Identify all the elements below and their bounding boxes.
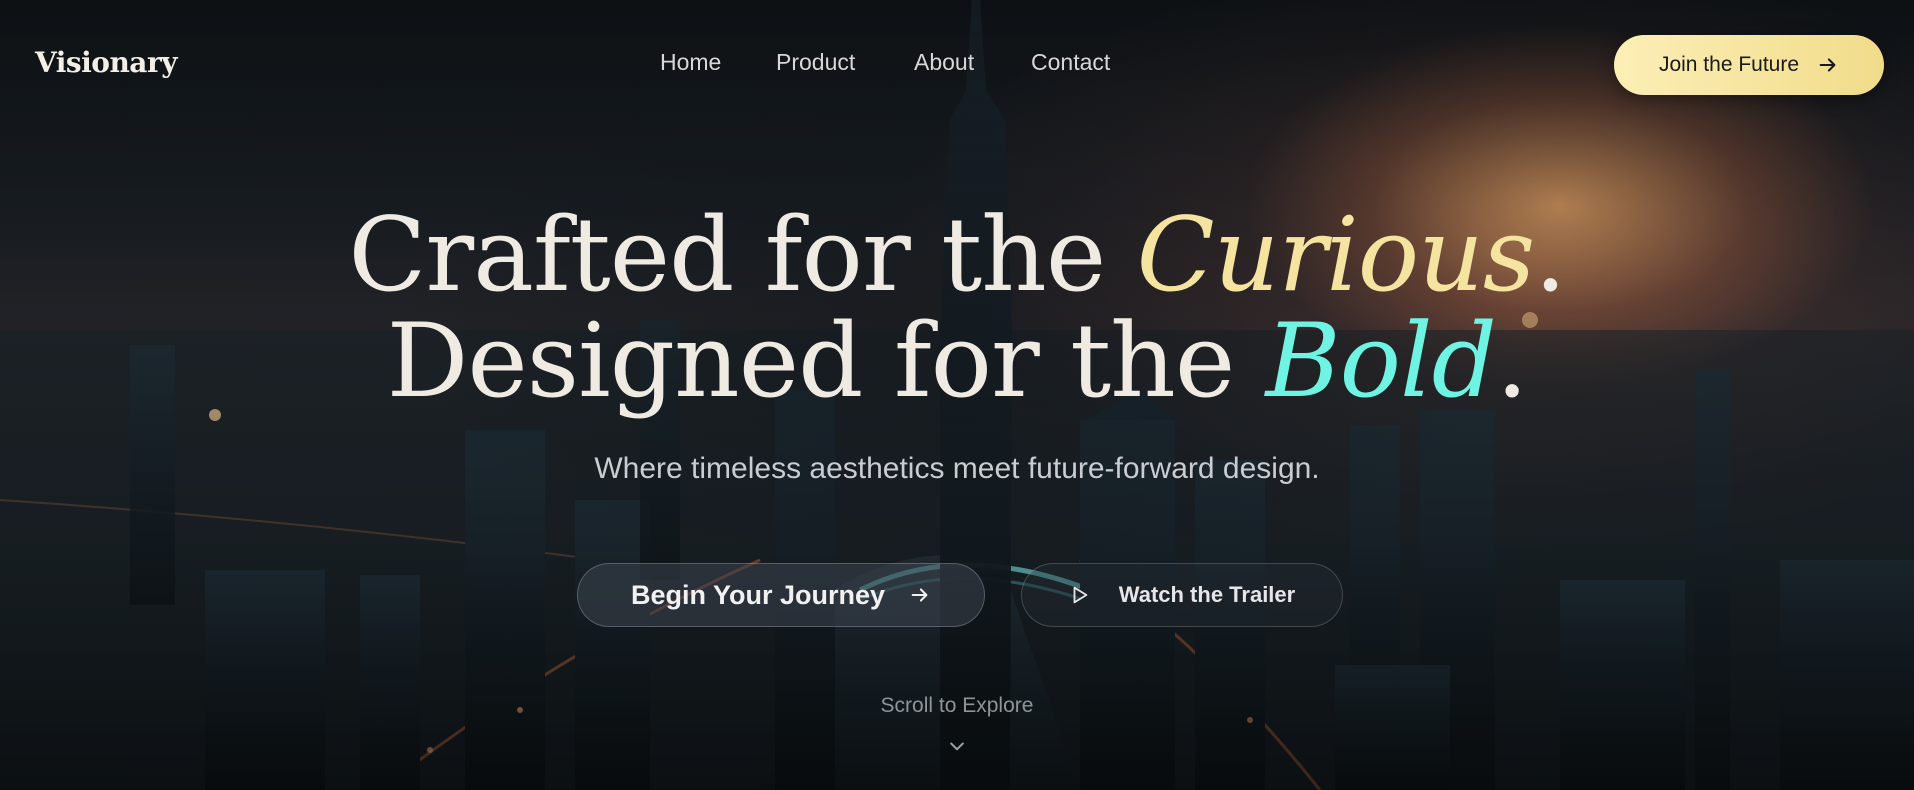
scroll-to-explore-hint[interactable]: Scroll to Explore: [0, 694, 1914, 718]
begin-your-journey-button[interactable]: Begin Your Journey: [577, 563, 985, 627]
arrow-right-icon: [1819, 58, 1836, 72]
journey-button-label: Begin Your Journey: [630, 579, 886, 610]
hero-headline-line-1: Crafted for the Curious.: [0, 204, 1914, 308]
play-icon: [1073, 586, 1088, 604]
headline-accent-curious: Curious: [1136, 196, 1536, 315]
nav-home-link[interactable]: Home: [660, 49, 721, 76]
nav-contact-link[interactable]: Contact: [1031, 49, 1110, 76]
watch-the-trailer-button[interactable]: Watch the Trailer: [1021, 563, 1343, 627]
join-the-future-button[interactable]: Join the Future: [1614, 35, 1884, 95]
nav-product-link[interactable]: Product: [776, 49, 855, 76]
hero-headline-line-2: Designed for the Bold.: [0, 310, 1914, 414]
trailer-button-label: Watch the Trailer: [1118, 582, 1296, 607]
nav-about-link[interactable]: About: [914, 49, 974, 76]
hero-subtitle: Where timeless aesthetics meet future-fo…: [594, 452, 1320, 485]
join-button-label: Join the Future: [1658, 53, 1800, 76]
headline-2-suffix: .: [1495, 302, 1528, 421]
headline-1-prefix: Crafted for the: [348, 196, 1137, 315]
scroll-chevron[interactable]: [947, 736, 967, 756]
headline-1-suffix: .: [1534, 196, 1566, 315]
arrow-right-icon: [911, 588, 928, 602]
chevron-down-icon: [950, 742, 964, 751]
headline-accent-bold: Bold: [1265, 302, 1497, 421]
headline-2-prefix: Designed for the: [386, 302, 1266, 421]
